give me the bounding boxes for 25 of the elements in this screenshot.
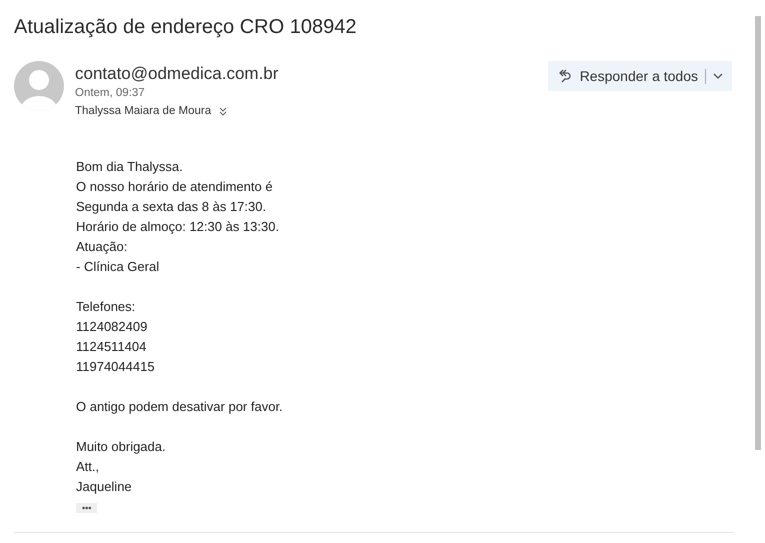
- message-line: 11974044415: [76, 358, 156, 376]
- reply-all-icon: [556, 68, 573, 84]
- message-line: Telefones:: [76, 298, 136, 316]
- message-line: Horário de almoço: 12:30 às 13:30.: [76, 218, 280, 236]
- message-line: Segunda a sexta das 8 às 17:30.: [76, 198, 268, 216]
- message-line: Att.,: [76, 458, 100, 476]
- reply-all-button[interactable]: Responder a todos: [548, 61, 732, 91]
- message-line: Atuação:: [76, 238, 128, 256]
- message-line: O antigo podem desativar por favor.: [76, 398, 284, 416]
- message-line: Jaqueline: [76, 478, 133, 496]
- message-line: Muito obrigada.: [76, 438, 167, 456]
- message-line: O nosso horário de atendimento é: [76, 178, 274, 196]
- sender-email: contato@odmedica.com.br: [75, 63, 280, 85]
- sent-time: Ontem, 09:37: [75, 86, 146, 101]
- recipient-name: Thalyssa Maiara de Moura: [75, 105, 212, 117]
- message-line: 1124082409: [76, 318, 148, 336]
- avatar-icon: [14, 61, 64, 111]
- scrollbar-thumb[interactable]: [755, 16, 761, 450]
- message-line: Bom dia Thalyssa.: [76, 158, 184, 176]
- show-more-button[interactable]: •••: [76, 503, 98, 513]
- message-line: - Clínica Geral: [76, 258, 160, 276]
- message-line: 1124511404: [76, 338, 148, 356]
- expand-icon[interactable]: [219, 106, 228, 116]
- chevron-down-icon[interactable]: [713, 73, 723, 79]
- email-subject: Atualização de endereço CRO 108942: [14, 16, 358, 39]
